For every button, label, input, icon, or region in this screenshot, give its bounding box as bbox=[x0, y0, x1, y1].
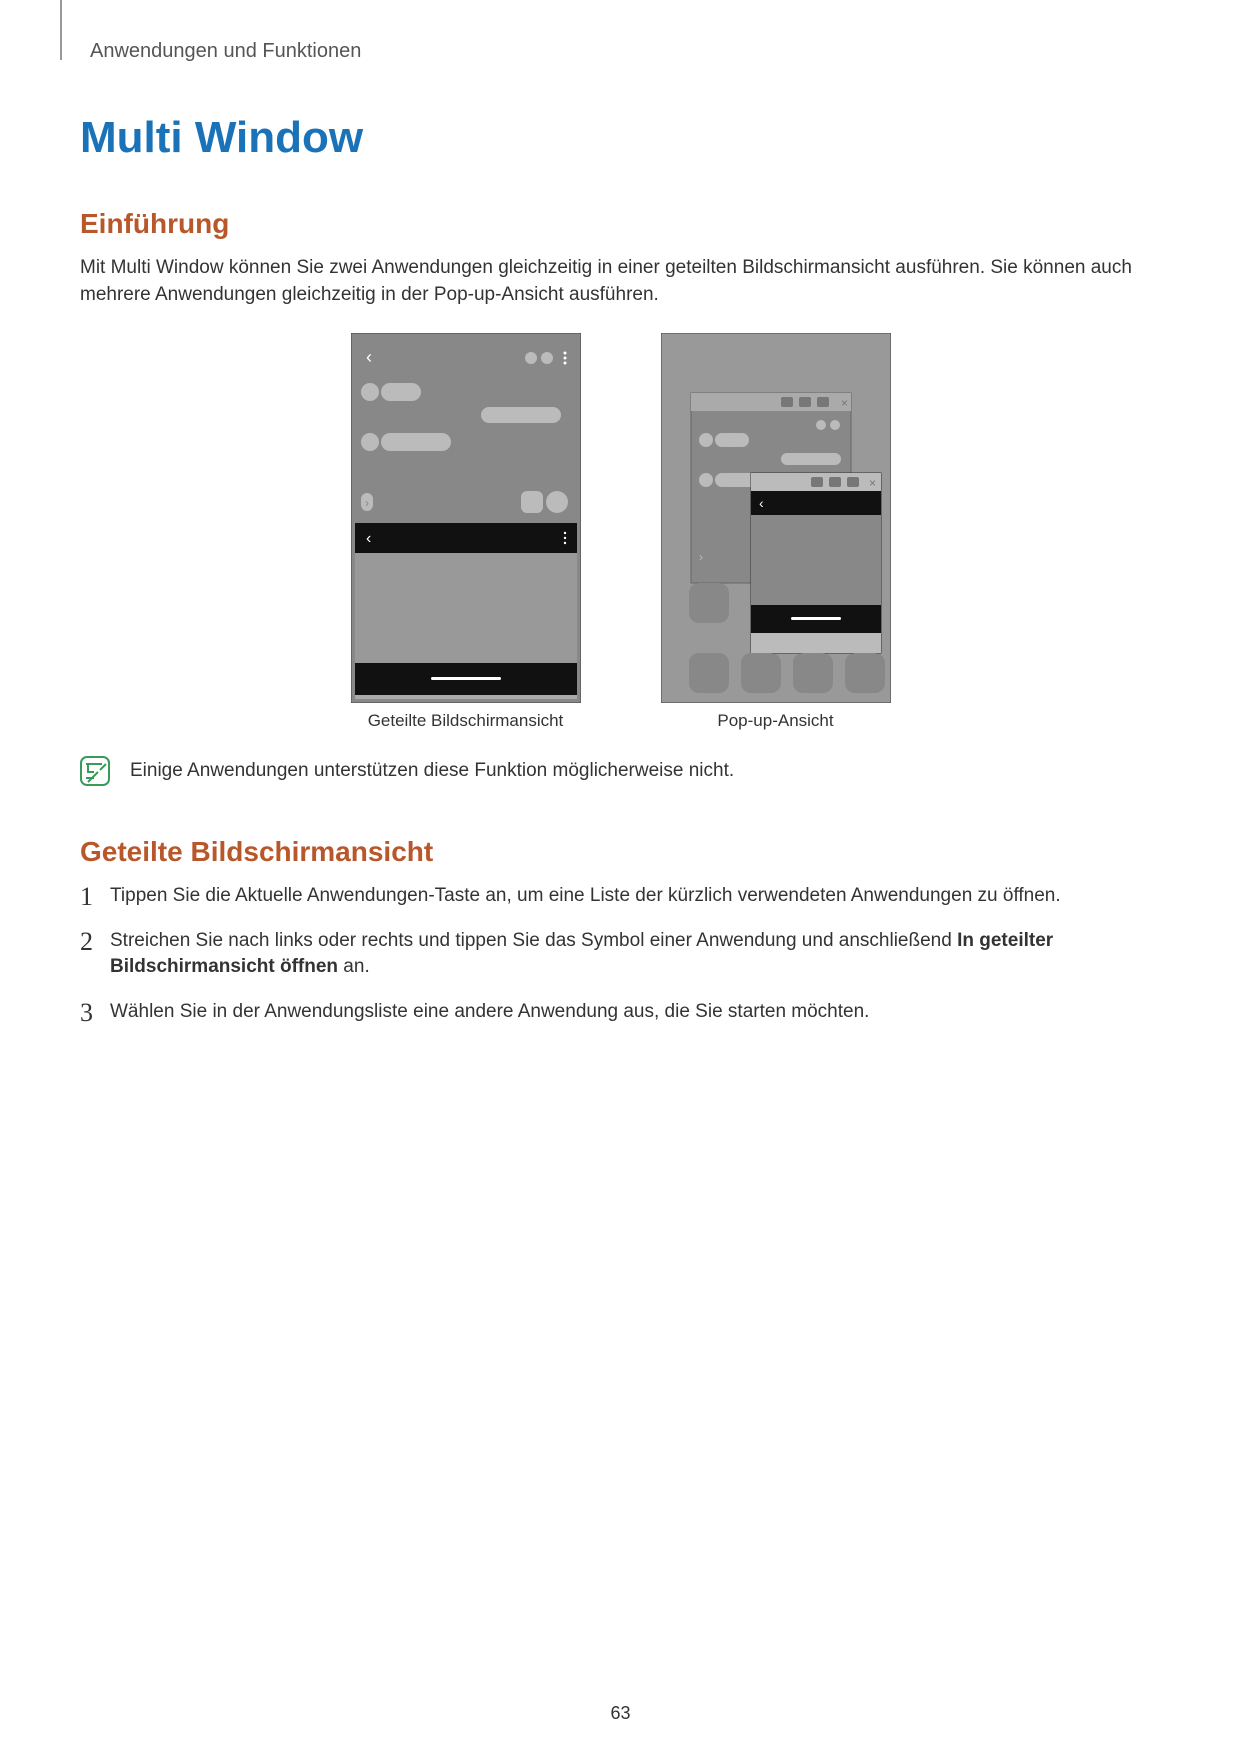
note-text: Einige Anwendungen unterstützen diese Fu… bbox=[130, 756, 734, 782]
step-text-prefix: Streichen Sie nach links oder rechts und… bbox=[110, 930, 957, 951]
svg-text:‹: ‹ bbox=[366, 530, 371, 547]
caption-popup-view: Pop-up-Ansicht bbox=[717, 711, 833, 731]
step-2: 2 Streichen Sie nach links oder rechts u… bbox=[80, 928, 1161, 981]
step-number: 1 bbox=[80, 879, 93, 915]
breadcrumb: Anwendungen und Funktionen bbox=[90, 40, 1161, 63]
step-text: Wählen Sie in der Anwendungsliste eine a… bbox=[110, 1001, 869, 1022]
figure-split-screen: ‹ › ‹ bbox=[351, 333, 581, 703]
figure-popup-view: × › × ‹ bbox=[661, 333, 891, 703]
svg-text:‹: ‹ bbox=[366, 347, 372, 367]
svg-text:›: › bbox=[699, 550, 703, 564]
step-number: 3 bbox=[80, 995, 93, 1031]
svg-text:×: × bbox=[869, 476, 876, 490]
section-heading-split: Geteilte Bildschirmansicht bbox=[80, 836, 1161, 868]
step-1: 1 Tippen Sie die Aktuelle Anwendungen-Ta… bbox=[80, 883, 1161, 910]
caption-split-screen: Geteilte Bildschirmansicht bbox=[368, 711, 564, 731]
section-heading-intro: Einführung bbox=[80, 208, 1161, 240]
step-number: 2 bbox=[80, 924, 93, 960]
step-text: Tippen Sie die Aktuelle Anwendungen-Tast… bbox=[110, 885, 1061, 906]
page-number: 63 bbox=[0, 1703, 1241, 1724]
svg-text:›: › bbox=[365, 496, 369, 510]
steps-list: 1 Tippen Sie die Aktuelle Anwendungen-Ta… bbox=[80, 883, 1161, 1025]
intro-paragraph: Mit Multi Window können Sie zwei Anwendu… bbox=[80, 255, 1161, 308]
svg-text:×: × bbox=[841, 396, 848, 410]
step-3: 3 Wählen Sie in der Anwendungsliste eine… bbox=[80, 999, 1161, 1026]
step-text-suffix: an. bbox=[338, 956, 370, 977]
page-title: Multi Window bbox=[80, 113, 1161, 163]
note-icon bbox=[80, 756, 110, 786]
svg-text:‹: ‹ bbox=[759, 495, 764, 511]
